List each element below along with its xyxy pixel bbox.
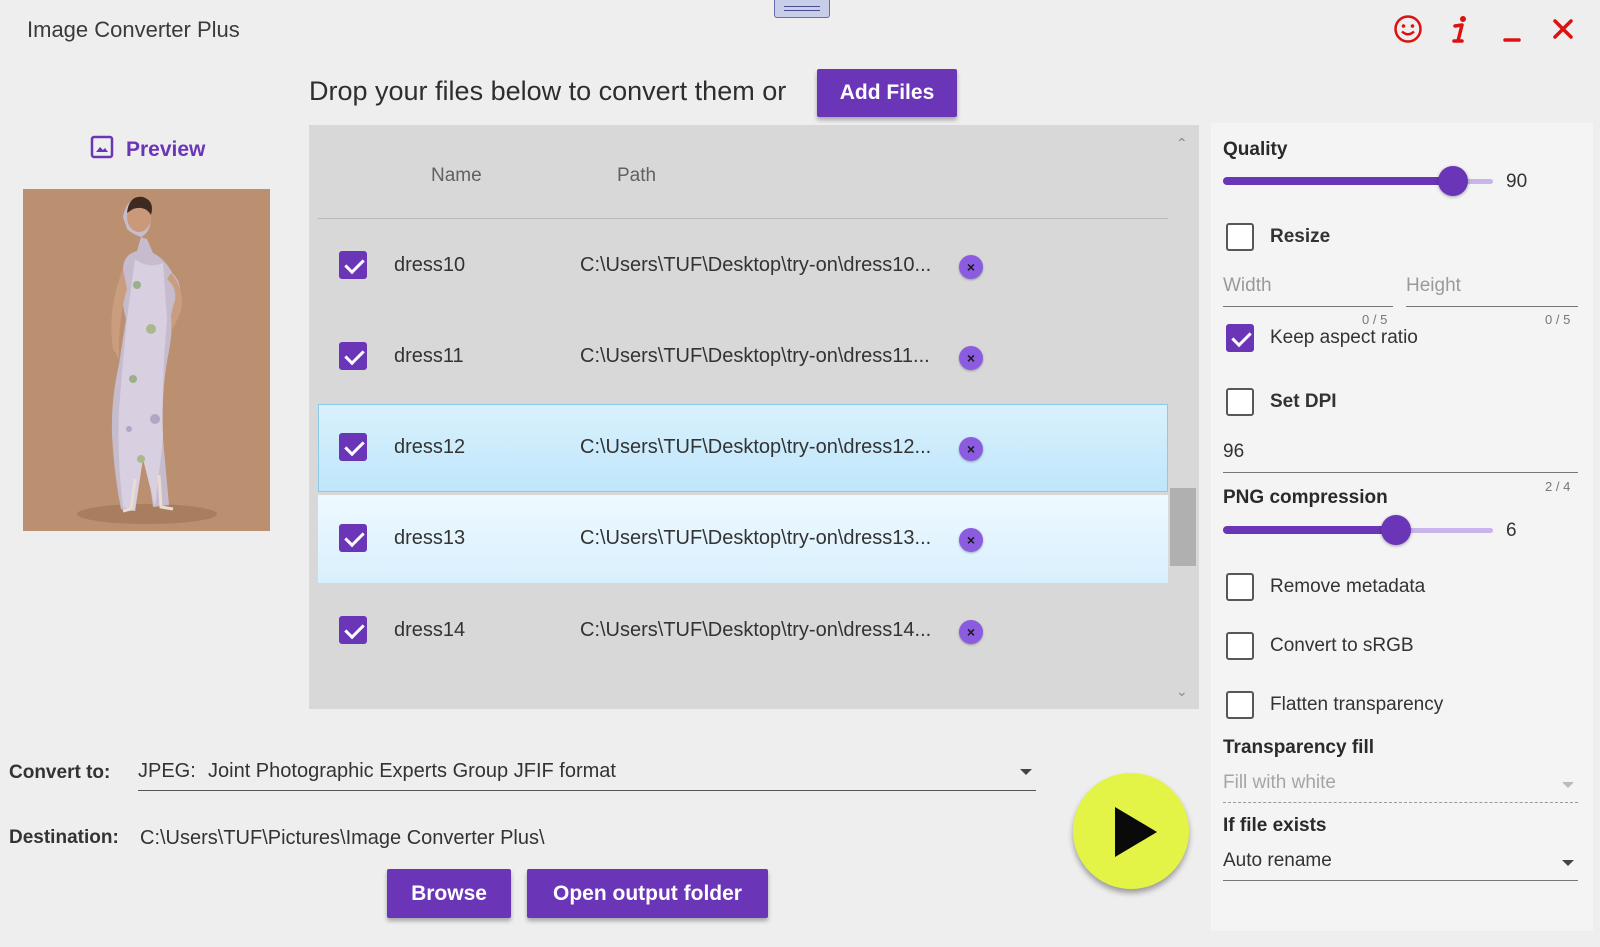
- transparency-fill-label: Transparency fill: [1223, 737, 1375, 758]
- preview-label: Preview: [126, 138, 206, 161]
- file-row[interactable]: dress14 C:\Users\TUF\Desktop\try-on\dres…: [318, 587, 1168, 675]
- remove-file-icon[interactable]: ×: [959, 437, 983, 461]
- png-compression-value: 6: [1506, 520, 1517, 541]
- flatten-transparency-checkbox[interactable]: [1226, 691, 1254, 719]
- destination-label: Destination:: [9, 827, 119, 848]
- chevron-down-icon: [1020, 769, 1032, 775]
- chevron-down-icon: [1562, 782, 1574, 788]
- info-icon[interactable]: [1442, 12, 1478, 46]
- transparency-fill-select: Fill with white: [1223, 769, 1578, 803]
- scroll-down-icon[interactable]: ⌄: [1176, 683, 1188, 700]
- flatten-transparency-row[interactable]: Flatten transparency: [1226, 691, 1443, 719]
- file-name: dress10: [394, 254, 466, 276]
- width-input[interactable]: Width: [1223, 275, 1393, 307]
- scroll-up-icon[interactable]: ⌃: [1176, 135, 1188, 152]
- minimize-icon[interactable]: [1494, 12, 1530, 46]
- convert-srgb-row[interactable]: Convert to sRGB: [1226, 632, 1414, 660]
- resize-checkbox[interactable]: [1226, 223, 1254, 251]
- column-header-name[interactable]: Name: [431, 165, 482, 187]
- convert-srgb-label: Convert to sRGB: [1270, 635, 1414, 656]
- quality-slider[interactable]: [1223, 164, 1493, 198]
- file-path: C:\Users\TUF\Desktop\try-on\dress12...: [580, 436, 932, 458]
- dpi-input[interactable]: 96: [1223, 441, 1578, 473]
- resize-label: Resize: [1270, 226, 1331, 247]
- file-path: C:\Users\TUF\Desktop\try-on\dress11...: [580, 345, 930, 367]
- chevron-down-icon: [1562, 860, 1574, 866]
- set-dpi-row[interactable]: Set DPI: [1226, 388, 1337, 416]
- height-counter: 0 / 5: [1545, 312, 1571, 327]
- file-row-hover[interactable]: dress13 C:\Users\TUF\Desktop\try-on\dres…: [318, 495, 1168, 583]
- remove-file-icon[interactable]: ×: [959, 528, 983, 552]
- row-checkbox[interactable]: [339, 342, 367, 370]
- add-files-button[interactable]: Add Files: [817, 69, 957, 117]
- column-header-path[interactable]: Path: [617, 165, 656, 187]
- file-name: dress12: [394, 436, 466, 458]
- transparency-fill-value: Fill with white: [1223, 772, 1336, 793]
- remove-metadata-label: Remove metadata: [1270, 576, 1426, 597]
- row-checkbox[interactable]: [339, 616, 367, 644]
- smiley-icon[interactable]: [1390, 12, 1426, 46]
- quality-value: 90: [1506, 171, 1528, 192]
- row-checkbox[interactable]: [339, 433, 367, 461]
- close-icon[interactable]: [1545, 12, 1581, 46]
- app-title: Image Converter Plus: [27, 17, 240, 42]
- if-file-exists-value: Auto rename: [1223, 850, 1332, 871]
- format-name: Joint Photographic Experts Group JFIF fo…: [208, 760, 616, 782]
- keep-aspect-label: Keep aspect ratio: [1270, 327, 1418, 348]
- keep-aspect-row[interactable]: Keep aspect ratio: [1226, 324, 1418, 352]
- open-output-folder-button[interactable]: Open output folder: [527, 869, 768, 918]
- remove-file-icon[interactable]: ×: [959, 255, 983, 279]
- set-dpi-label: Set DPI: [1270, 391, 1337, 412]
- resize-checkbox-row[interactable]: Resize: [1226, 223, 1330, 251]
- file-name: dress13: [394, 527, 466, 549]
- file-row-selected[interactable]: dress12 C:\Users\TUF\Desktop\try-on\dres…: [318, 404, 1168, 492]
- drop-prompt: Drop your files below to convert them or: [309, 76, 787, 106]
- file-name: dress14: [394, 619, 466, 641]
- format-select[interactable]: JPEG: Joint Photographic Experts Group J…: [138, 755, 1036, 791]
- if-file-exists-label: If file exists: [1223, 815, 1327, 836]
- convert-srgb-checkbox[interactable]: [1226, 632, 1254, 660]
- drag-handle-icon[interactable]: [774, 0, 830, 18]
- remove-file-icon[interactable]: ×: [959, 346, 983, 370]
- scrollbar-thumb[interactable]: [1170, 488, 1196, 566]
- row-checkbox[interactable]: [339, 524, 367, 552]
- if-file-exists-select[interactable]: Auto rename: [1223, 847, 1578, 881]
- file-path: C:\Users\TUF\Desktop\try-on\dress14...: [580, 619, 932, 641]
- convert-play-button[interactable]: [1073, 773, 1189, 889]
- preview-tab[interactable]: Preview: [90, 135, 205, 165]
- png-compression-label: PNG compression: [1223, 487, 1388, 508]
- file-name: dress11: [394, 345, 464, 367]
- format-code: JPEG:: [138, 760, 196, 782]
- row-checkbox[interactable]: [339, 251, 367, 279]
- file-row[interactable]: dress10 C:\Users\TUF\Desktop\try-on\dres…: [318, 222, 1168, 310]
- browse-button[interactable]: Browse: [387, 869, 511, 918]
- file-row[interactable]: dress11 C:\Users\TUF\Desktop\try-on\dres…: [318, 313, 1168, 401]
- flatten-transparency-label: Flatten transparency: [1270, 694, 1444, 715]
- file-path: C:\Users\TUF\Desktop\try-on\dress10...: [580, 254, 932, 276]
- destination-path: C:\Users\TUF\Pictures\Image Converter Pl…: [140, 827, 545, 849]
- quality-label: Quality: [1223, 139, 1288, 160]
- preview-image: [23, 189, 270, 531]
- png-compression-slider[interactable]: [1223, 513, 1493, 547]
- remove-metadata-row[interactable]: Remove metadata: [1226, 573, 1425, 601]
- convert-to-label: Convert to:: [9, 762, 111, 783]
- dpi-counter: 2 / 4: [1545, 479, 1571, 494]
- keep-aspect-checkbox[interactable]: [1226, 324, 1254, 352]
- play-icon: [1115, 807, 1157, 857]
- remove-file-icon[interactable]: ×: [959, 620, 983, 644]
- height-input[interactable]: Height: [1406, 275, 1578, 307]
- remove-metadata-checkbox[interactable]: [1226, 573, 1254, 601]
- image-icon: [90, 135, 114, 165]
- set-dpi-checkbox[interactable]: [1226, 388, 1254, 416]
- file-path: C:\Users\TUF\Desktop\try-on\dress13...: [580, 527, 932, 549]
- header-divider: [318, 218, 1168, 219]
